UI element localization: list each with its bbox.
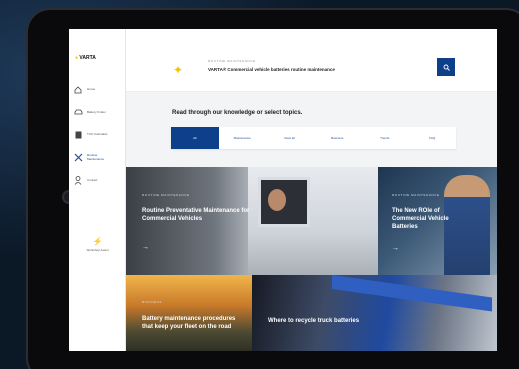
- tab-faq[interactable]: FAQ: [409, 127, 457, 149]
- tile-eyebrow: ROUTINE MAINTENANCE: [142, 193, 190, 197]
- calculator-icon: [73, 130, 83, 139]
- lightning-icon: ⚡: [92, 237, 103, 246]
- sidebar-item-label: Battery Finder: [87, 109, 106, 114]
- sidebar-item-label: Routine Maintenance: [87, 152, 105, 161]
- arrow-right-icon: →: [142, 244, 149, 251]
- article-tile-recycle[interactable]: Where to recycle truck batteries: [252, 275, 497, 351]
- sidebar-item-label: Contact: [87, 177, 98, 182]
- topic-tabs: All Maintenance Fleet kit Business Trend…: [171, 127, 456, 149]
- sidebar-item-routine-maintenance[interactable]: Routine Maintenance: [73, 153, 109, 162]
- varta-logo[interactable]: ● VARTA: [75, 55, 96, 61]
- article-tile-routine-maintenance[interactable]: ROUTINE MAINTENANCE Routine Preventative…: [126, 167, 378, 275]
- tab-all[interactable]: All: [171, 127, 219, 149]
- battery-rack-image: [332, 275, 492, 312]
- filter-heading: Read through our knowledge or select top…: [172, 110, 303, 116]
- sidebar-item-contact[interactable]: Contact: [73, 176, 97, 185]
- app-screen: ● VARTA Home Battery Finder TCO Calculat…: [69, 29, 497, 351]
- article-tile-fleet-procedures[interactable]: BUSINESS Battery maintenance procedures …: [126, 275, 252, 351]
- tab-fleet-kit[interactable]: Fleet kit: [266, 127, 314, 149]
- arrow-right-icon: →: [392, 245, 399, 252]
- sidebar: ● VARTA Home Battery Finder TCO Calculat…: [69, 29, 126, 351]
- tile-title: The New ROle of Commercial Vehicle Batte…: [392, 208, 449, 230]
- logo-dot-icon: ●: [75, 55, 79, 61]
- tools-icon: [73, 153, 83, 162]
- sidebar-item-label: Home: [87, 86, 96, 91]
- tab-maintenance[interactable]: Maintenance: [219, 127, 267, 149]
- page-title: VARTA® Commercial vehicle batteries rout…: [208, 67, 335, 72]
- sidebar-item-tco-calculator[interactable]: TCO Calculator: [73, 130, 108, 139]
- workshop-assist-button[interactable]: ⚡ Workshop Assist: [75, 237, 120, 252]
- tile-eyebrow: ROUTINE MAINTENANCE: [392, 193, 440, 197]
- tab-trends[interactable]: Trends: [361, 127, 409, 149]
- page-header: ✦ ROUTINE MAINTENANCE VARTA® Commercial …: [126, 29, 497, 92]
- car-icon: [73, 108, 83, 117]
- article-tile-battery-role[interactable]: ROUTINE MAINTENANCE The New ROle of Comm…: [378, 167, 497, 275]
- tile-title: Routine Preventative Maintenance for Com…: [142, 208, 250, 222]
- workshop-assist-label: Workshop Assist: [86, 248, 109, 252]
- logo-text: VARTA: [79, 55, 96, 61]
- user-icon: [73, 176, 83, 185]
- sidebar-item-label: TCO Calculator: [87, 131, 108, 136]
- tab-business[interactable]: Business: [314, 127, 362, 149]
- sidebar-item-battery-finder[interactable]: Battery Finder: [73, 108, 106, 117]
- tile-title: Where to recycle truck batteries: [268, 318, 360, 324]
- lightning-icon: ✦: [173, 63, 184, 77]
- tile-title: Battery maintenance procedures that keep…: [142, 316, 236, 330]
- tile-eyebrow: BUSINESS: [142, 300, 162, 304]
- home-icon: [73, 85, 83, 94]
- sidebar-item-home[interactable]: Home: [73, 85, 95, 94]
- search-button[interactable]: [437, 58, 455, 76]
- topic-filter: Read through our knowledge or select top…: [126, 92, 497, 167]
- header-eyebrow: ROUTINE MAINTENANCE: [208, 59, 256, 63]
- search-icon: [443, 64, 450, 71]
